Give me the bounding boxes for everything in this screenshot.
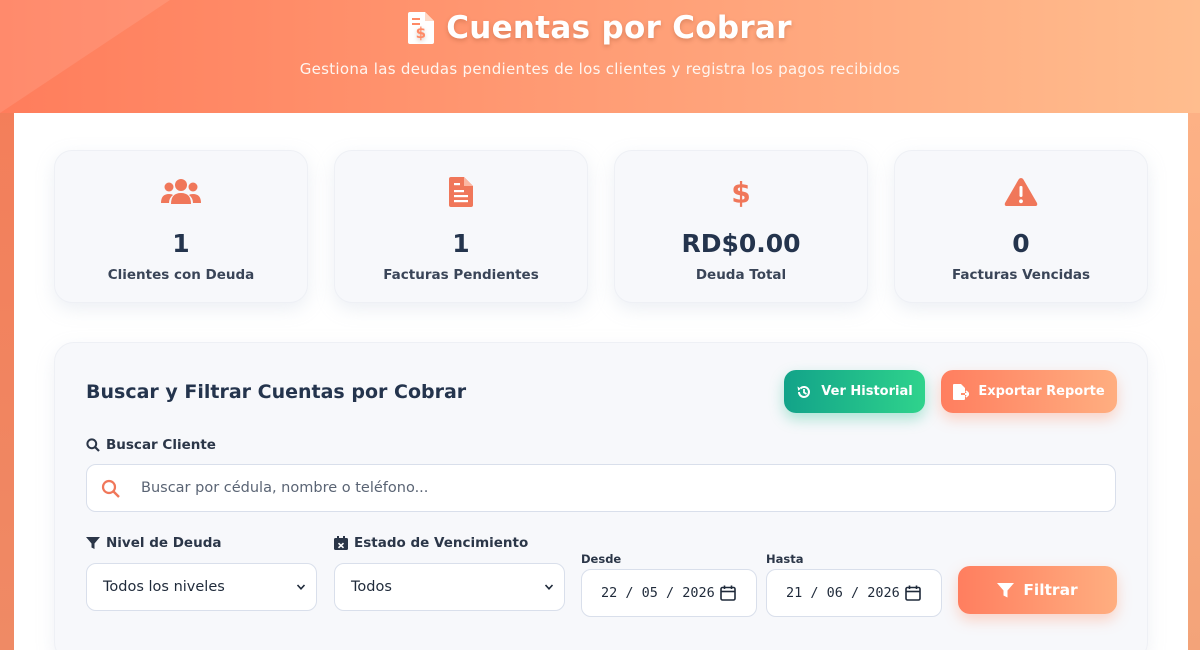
warning-icon [895, 177, 1147, 209]
due-status-label-text: Estado de Vencimiento [354, 535, 529, 551]
filter-button-label: Filtrar [1023, 581, 1078, 599]
filter-title: Buscar y Filtrar Cuentas por Cobrar [86, 381, 467, 403]
debt-level-select[interactable]: Todos los niveles [86, 563, 317, 611]
search-label: Buscar Cliente [86, 437, 216, 453]
search-input[interactable] [141, 465, 1101, 510]
due-status-label: Estado de Vencimiento [334, 535, 528, 551]
history-icon [797, 385, 811, 398]
users-icon [55, 177, 307, 209]
calendar-x-icon [334, 536, 348, 550]
file-export-icon [953, 383, 970, 400]
stat-label: Deuda Total [695, 267, 787, 283]
dollar-icon: $ [615, 177, 867, 209]
history-button-label: Ver Historial [821, 384, 913, 399]
stat-label: Facturas Vencidas [951, 267, 1091, 283]
export-report-button[interactable]: Exportar Reporte [941, 370, 1117, 413]
calendar-icon[interactable] [720, 585, 736, 601]
due-status-select[interactable]: Todos [334, 563, 565, 611]
stat-card-total-debt: $ RD$0.00 Deuda Total [614, 150, 868, 303]
stat-value: 1 [172, 229, 190, 258]
search-label-text: Buscar Cliente [106, 437, 216, 453]
document-icon [335, 177, 587, 209]
page-title: $ Cuentas por Cobrar [0, 10, 1200, 46]
from-date-input[interactable]: 22 / 05 / 2026 [581, 569, 757, 617]
chevron-down-icon [544, 584, 554, 590]
stat-label: Clientes con Deuda [107, 267, 255, 283]
calendar-icon[interactable] [905, 585, 921, 601]
export-report-button-label: Exportar Reporte [978, 384, 1105, 399]
filter-icon [997, 582, 1015, 597]
to-date-label: Hasta [766, 552, 804, 566]
filter-icon [86, 537, 100, 549]
debt-level-label-text: Nivel de Deuda [106, 535, 222, 551]
stat-value: 1 [452, 229, 470, 258]
due-status-value: Todos [351, 579, 392, 595]
stat-value: RD$0.00 [681, 229, 801, 258]
search-icon [101, 479, 120, 498]
stat-value: 0 [1012, 229, 1030, 258]
debt-level-value: Todos los niveles [103, 579, 225, 595]
stat-card-overdue: 0 Facturas Vencidas [894, 150, 1148, 303]
from-date-label: Desde [581, 552, 622, 566]
svg-text:$: $ [416, 24, 427, 42]
svg-text:$: $ [731, 177, 751, 207]
search-icon [86, 438, 100, 452]
page-header: $ Cuentas por Cobrar Gestiona las deudas… [0, 0, 1200, 113]
stat-label: Facturas Pendientes [383, 267, 539, 283]
stat-card-invoices: 1 Facturas Pendientes [334, 150, 588, 303]
search-field[interactable] [86, 464, 1116, 512]
page-subtitle: Gestiona las deudas pendientes de los cl… [299, 60, 901, 78]
to-date-value: 21 / 06 / 2026 [786, 585, 900, 601]
history-button[interactable]: Ver Historial [784, 370, 925, 413]
stat-card-clients: 1 Clientes con Deuda [54, 150, 308, 303]
debt-level-label: Nivel de Deuda [86, 535, 221, 551]
to-date-input[interactable]: 21 / 06 / 2026 [766, 569, 942, 617]
invoice-dollar-icon: $ [408, 12, 435, 44]
from-date-value: 22 / 05 / 2026 [601, 585, 715, 601]
chevron-down-icon [296, 584, 306, 590]
filter-button[interactable]: Filtrar [958, 566, 1117, 614]
page-title-text: Cuentas por Cobrar [446, 10, 792, 46]
